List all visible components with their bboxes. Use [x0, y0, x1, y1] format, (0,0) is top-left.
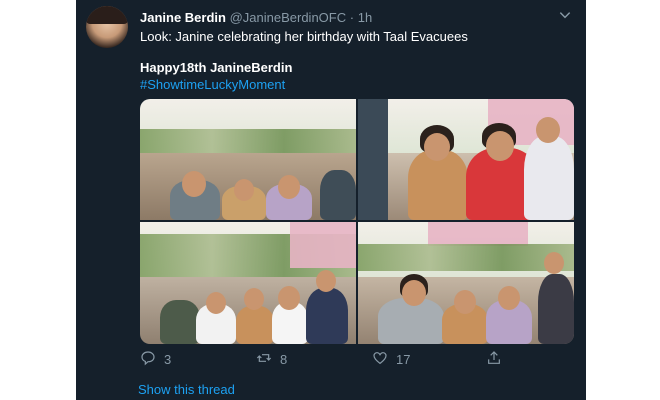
tweet-actions: 3 8 17: [140, 350, 580, 370]
share-icon: [486, 350, 502, 369]
tweet-card[interactable]: Janine Berdin @JanineBerdinOFC · 1h Look…: [76, 0, 586, 400]
photo-grid: [140, 99, 574, 344]
photo-tent: [428, 222, 528, 247]
author-handle[interactable]: @JanineBerdinOFC: [230, 10, 347, 25]
like-count: 17: [396, 352, 411, 367]
like-button[interactable]: 17: [372, 350, 410, 369]
photo-face: [498, 286, 520, 310]
photo-tent: [290, 222, 356, 269]
tweet-text-birthday: Happy18th JanineBerdin: [140, 60, 293, 75]
photo-face: [182, 171, 206, 197]
photo-face: [316, 270, 336, 292]
photo-4[interactable]: [358, 222, 574, 344]
reply-count: 3: [164, 352, 172, 367]
photo-face: [402, 280, 426, 306]
photo-person: [306, 288, 348, 344]
tweet-text: Look: Janine celebrating her birthday wi…: [140, 29, 468, 44]
reply-icon: [140, 350, 156, 369]
hashtag-link[interactable]: #ShowtimeLuckyMoment: [140, 77, 285, 92]
photo-person: [160, 300, 200, 344]
photo-face: [486, 131, 514, 161]
retweet-button[interactable]: 8: [256, 350, 287, 369]
photo-person: [320, 170, 356, 220]
photo-face: [424, 133, 450, 161]
photo-person: [358, 99, 388, 220]
retweet-count: 8: [280, 352, 288, 367]
photo-person: [236, 306, 274, 344]
photo-face: [544, 252, 564, 274]
photo-face: [206, 292, 226, 314]
tweet-time[interactable]: 1h: [358, 10, 372, 25]
photo-face: [454, 290, 476, 314]
chevron-down-icon[interactable]: [558, 8, 572, 22]
photo-person: [524, 136, 574, 220]
photo-face: [536, 117, 560, 143]
photo-face: [244, 288, 264, 310]
author-name[interactable]: Janine Berdin: [140, 10, 226, 25]
share-button[interactable]: [486, 350, 502, 369]
like-icon: [372, 350, 388, 369]
photo-face: [278, 286, 300, 310]
photo-person: [538, 274, 574, 344]
photo-2[interactable]: [358, 99, 574, 220]
photo-1[interactable]: [140, 99, 356, 220]
avatar[interactable]: [86, 6, 128, 48]
photo-3[interactable]: [140, 222, 356, 344]
separator: ·: [349, 10, 355, 25]
avatar-hair: [86, 6, 128, 24]
tweet-header: Janine Berdin @JanineBerdinOFC · 1h: [140, 10, 372, 25]
retweet-icon: [256, 350, 272, 369]
reply-button[interactable]: 3: [140, 350, 171, 369]
photo-face: [278, 175, 300, 199]
photo-face: [234, 179, 254, 201]
show-thread-link[interactable]: Show this thread: [138, 382, 235, 397]
photo-trees: [358, 243, 574, 271]
